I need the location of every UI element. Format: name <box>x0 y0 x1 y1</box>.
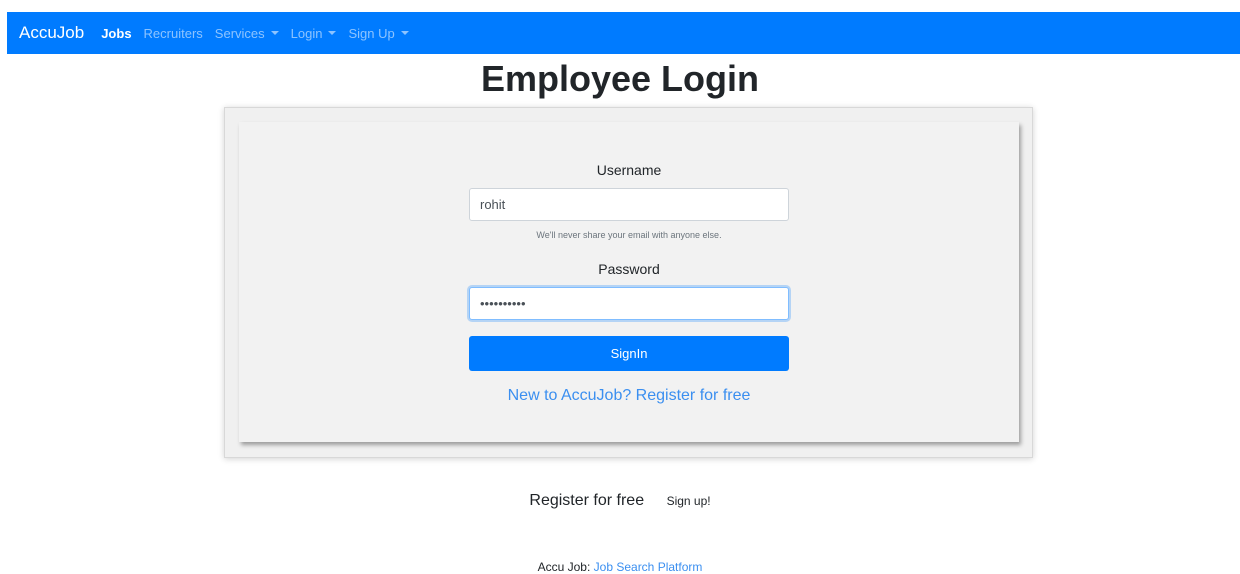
chevron-down-icon <box>328 31 337 35</box>
email-help-text: We'll never share your email with anyone… <box>536 230 722 240</box>
nav-signup-dropdown[interactable]: Sign Up <box>348 25 409 41</box>
register-row: Register for free Sign up! <box>0 492 1240 510</box>
nav-recruiters-label: Recruiters <box>143 25 203 41</box>
footer: Accu Job: Job Search Platform <box>0 560 1240 574</box>
nav-jobs[interactable]: Jobs <box>101 26 131 41</box>
nav-signup-label: Sign Up <box>348 25 395 41</box>
nav-login-dropdown[interactable]: Login <box>291 26 337 41</box>
signup-link[interactable]: Sign up! <box>667 494 711 508</box>
register-link[interactable]: New to AccuJob? Register for free <box>239 387 1019 405</box>
username-input[interactable] <box>469 188 789 221</box>
nav-services-dropdown[interactable]: Services <box>215 26 279 41</box>
chevron-down-icon <box>400 31 409 35</box>
register-text: Register for free <box>529 492 645 509</box>
top-navbar: AccuJob Jobs Recruiters Services Login S… <box>7 12 1240 54</box>
page-title: Employee Login <box>480 58 760 99</box>
login-form-card: Username We'll never share your email wi… <box>239 122 1019 442</box>
footer-prefix: Accu Job: <box>537 560 591 574</box>
password-label: Password <box>598 261 660 277</box>
nav-jobs-label: Jobs <box>101 25 132 41</box>
username-label: Username <box>596 162 662 178</box>
signin-button[interactable]: SignIn <box>469 336 789 371</box>
nav-login-label: Login <box>290 25 323 41</box>
chevron-down-icon <box>270 31 279 35</box>
nav-services-label: Services <box>214 25 265 41</box>
brand-logo[interactable]: AccuJob <box>19 23 84 43</box>
footer-link[interactable]: Job Search Platform <box>594 560 703 574</box>
nav-recruiters[interactable]: Recruiters <box>144 26 203 41</box>
password-input[interactable] <box>469 287 789 320</box>
